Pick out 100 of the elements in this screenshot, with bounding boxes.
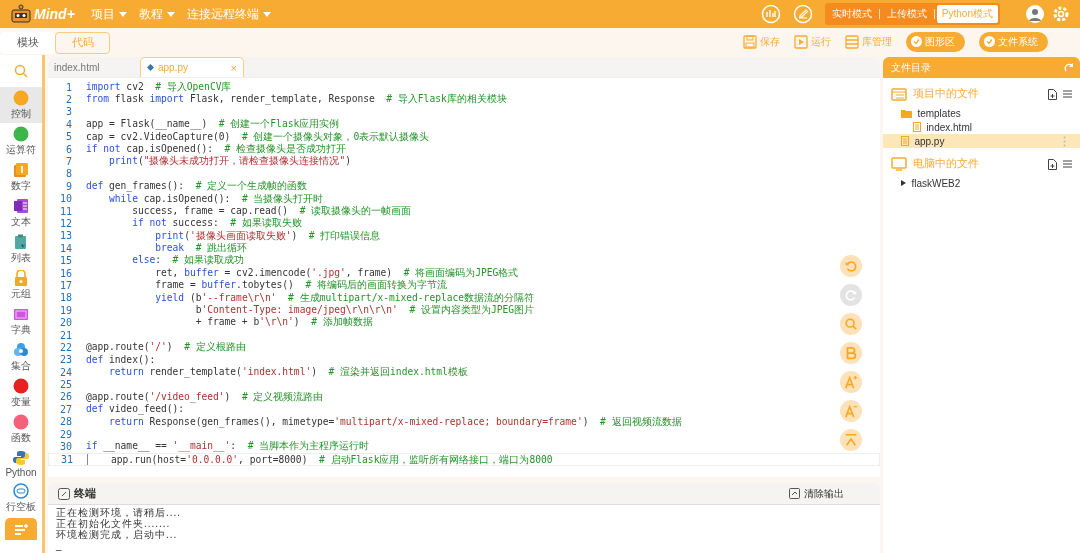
folder-icon bbox=[901, 108, 913, 118]
new-file-icon[interactable] bbox=[1048, 158, 1057, 170]
line-number: 11 bbox=[58, 205, 72, 217]
sliders-icon bbox=[12, 523, 29, 535]
line-number: 27 bbox=[58, 403, 72, 415]
category-item[interactable]: 数字 bbox=[0, 159, 42, 195]
number-block-icon bbox=[12, 162, 29, 178]
line-number: 4 bbox=[64, 118, 72, 130]
code-line: if not success: # 如果读取失败 bbox=[131, 217, 302, 230]
panel-title: 文件目录 bbox=[891, 60, 932, 75]
caret-icon bbox=[262, 11, 271, 17]
category-item[interactable]: 列表 bbox=[0, 231, 42, 267]
scroll-top-button[interactable] bbox=[840, 429, 863, 451]
code-line: + frame + b'\r\n') # 添加帧数据 bbox=[194, 316, 373, 329]
line-number: 18 bbox=[58, 292, 72, 304]
expand-arrow-icon[interactable] bbox=[901, 180, 907, 186]
robot-icon bbox=[10, 4, 32, 24]
terminal-output-line: 正在初始化文件夹....... bbox=[55, 518, 171, 529]
menu-icon[interactable] bbox=[1063, 90, 1072, 98]
line-number: 10 bbox=[58, 193, 72, 205]
new-file-icon[interactable] bbox=[1048, 88, 1057, 100]
file-name[interactable]: index.html bbox=[926, 121, 972, 133]
view-tab[interactable]: 模块 bbox=[0, 31, 55, 54]
code-line: b'Content-Type: image/jpeg\r\n\r\n' # 设置内容类型为JPEG图片 bbox=[194, 304, 535, 317]
category-item[interactable]: 函数 bbox=[0, 411, 42, 447]
folder-name[interactable]: flaskWEB2 bbox=[911, 177, 961, 189]
line-number: 21 bbox=[58, 329, 72, 341]
undo-button[interactable] bbox=[840, 255, 863, 277]
category-item[interactable]: 集合 bbox=[0, 339, 42, 375]
line-number: 29 bbox=[58, 428, 72, 440]
undo-icon bbox=[844, 259, 859, 273]
library-icon bbox=[845, 34, 859, 49]
clipboard-icon bbox=[12, 234, 29, 250]
bold-icon bbox=[844, 346, 859, 360]
file-tab[interactable]: index.html bbox=[53, 61, 100, 73]
text-block-icon bbox=[12, 198, 29, 214]
category-item[interactable]: Python bbox=[0, 447, 42, 480]
file-icon bbox=[913, 122, 922, 132]
save-icon bbox=[743, 34, 757, 49]
check-icon bbox=[984, 36, 995, 47]
caret-icon bbox=[166, 11, 175, 17]
set-icon bbox=[12, 342, 29, 358]
category-item[interactable]: 行空板 bbox=[0, 480, 42, 516]
code-line: print("摄像头未成功打开，请检查摄像头连接情况") bbox=[108, 155, 352, 168]
search-button[interactable] bbox=[840, 313, 863, 335]
check-icon bbox=[911, 36, 922, 47]
settings-icon[interactable] bbox=[1052, 5, 1070, 23]
line-number: 13 bbox=[58, 230, 72, 242]
edit-icon[interactable] bbox=[792, 4, 813, 24]
code-line: while cap.isOpened(): # 当摄像头打开时 bbox=[108, 192, 324, 205]
code-line: def video_feed(): bbox=[85, 403, 185, 416]
code-line: def index(): bbox=[85, 353, 156, 366]
category-item[interactable]: 控制 bbox=[0, 87, 42, 123]
code-line: app = Flask(__name__) # 创建一个Flask应用实例 bbox=[85, 118, 340, 131]
terminal-output-line: 环境检测完成，启动中... bbox=[55, 529, 178, 540]
category-item[interactable]: 运算符 bbox=[0, 123, 42, 159]
line-number: 25 bbox=[58, 379, 72, 391]
code-line: success, frame = cap.read() # 读取摄像头的一帧画面 bbox=[131, 204, 412, 218]
line-number: 2 bbox=[64, 94, 72, 106]
terminal-output-line: 正在检测环境，请稍后.... bbox=[55, 507, 182, 518]
category-item[interactable]: 元组 bbox=[0, 267, 42, 303]
file-icon bbox=[901, 136, 910, 146]
chart-icon[interactable] bbox=[760, 4, 781, 24]
code-line: if not cap.isOpened(): # 检查摄像头是否成功打开 bbox=[85, 142, 347, 155]
folder-list-icon bbox=[891, 87, 908, 101]
search-icon bbox=[13, 64, 28, 78]
font-decrease-button[interactable] bbox=[840, 400, 863, 422]
line-number: 20 bbox=[58, 317, 72, 329]
clear-output-button[interactable]: 清除输出 bbox=[783, 485, 851, 502]
line-number: 24 bbox=[58, 366, 72, 378]
code-line: if __name__ == '__main__': # 当脚本作为主程序运行时 bbox=[85, 440, 370, 453]
line-number: 19 bbox=[58, 304, 72, 316]
code-line: import cv2 # 导入OpenCV库 bbox=[85, 81, 232, 94]
bold-button[interactable] bbox=[840, 342, 863, 364]
code-line: def gen_frames(): # 定义一个生成帧的函数 bbox=[85, 180, 308, 193]
line-number: 22 bbox=[58, 341, 72, 353]
menu-icon[interactable] bbox=[1063, 160, 1072, 168]
logo-text: Mind+ bbox=[34, 6, 75, 22]
line-number: 31 bbox=[59, 453, 73, 465]
category-item[interactable]: 字典 bbox=[0, 303, 42, 339]
avatar-icon[interactable] bbox=[1026, 5, 1044, 23]
code-line: cap = cv2.VideoCapture(0) # 创建一个摄像头对象，0表示默认摄像头 bbox=[85, 130, 430, 143]
line-number: 8 bbox=[64, 168, 72, 180]
arrow-to-top-icon bbox=[844, 433, 859, 447]
line-number: 1 bbox=[64, 81, 72, 93]
category-item[interactable]: 变量 bbox=[0, 375, 42, 411]
extension-button[interactable] bbox=[4, 518, 37, 540]
diamond-icon bbox=[146, 64, 154, 71]
folder-name[interactable]: templates bbox=[917, 107, 961, 119]
category-item[interactable]: 文本 bbox=[0, 195, 42, 231]
line-number: 30 bbox=[58, 441, 72, 452]
refresh-icon[interactable] bbox=[1064, 62, 1074, 73]
line-number: 15 bbox=[58, 255, 72, 267]
line-number: 14 bbox=[58, 242, 72, 254]
line-number: 16 bbox=[58, 267, 72, 279]
font-increase-button[interactable] bbox=[840, 371, 863, 393]
code-line: @app.route('/') # 定义根路由 bbox=[85, 341, 246, 354]
line-number: 9 bbox=[64, 180, 72, 192]
file-name[interactable]: app.py bbox=[914, 135, 945, 147]
panel-title: 终端 bbox=[73, 486, 96, 501]
